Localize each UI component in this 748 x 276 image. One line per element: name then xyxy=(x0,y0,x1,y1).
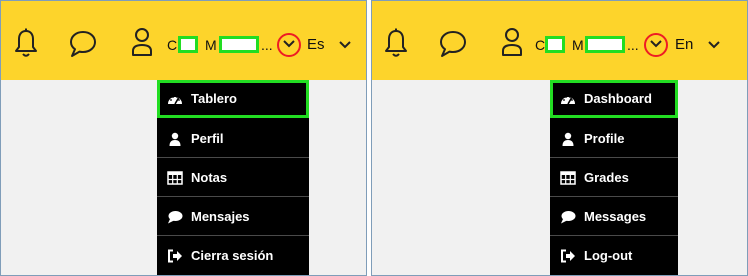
redacted-name-block xyxy=(545,36,565,53)
user-name-initial-first: C xyxy=(167,37,178,53)
menu-item-label: Dashboard xyxy=(584,91,652,106)
user-name-ellipsis: ... xyxy=(627,37,639,53)
table-grid-icon xyxy=(560,171,576,185)
user-name-initial-last: M xyxy=(572,37,584,53)
user-dropdown-menu: Tablero Perfil Notas Mensajes Cierra ses… xyxy=(157,80,309,275)
user-menu-dropdown-toggle[interactable] xyxy=(644,33,668,57)
speech-bubble-icon xyxy=(561,211,576,224)
redacted-name-block xyxy=(219,36,259,53)
menu-item-profile[interactable]: Profile xyxy=(550,120,678,158)
menu-item-messages[interactable]: Messages xyxy=(550,198,678,236)
sign-out-icon xyxy=(168,249,182,263)
menu-item-log-out[interactable]: Log-out xyxy=(550,237,678,275)
notification-bell-icon[interactable] xyxy=(384,28,408,58)
user-dropdown-menu: Dashboard Profile Grades Messages Log-ou… xyxy=(550,80,678,275)
menu-item-tablero[interactable]: Tablero xyxy=(157,80,309,118)
menu-item-notas[interactable]: Notas xyxy=(157,159,309,197)
menu-item-label: Log-out xyxy=(584,248,633,263)
menu-item-label: Notas xyxy=(191,170,228,185)
menu-item-label: Messages xyxy=(584,209,647,224)
menu-item-label: Tablero xyxy=(191,91,237,106)
top-navigation-bar: C M ... En xyxy=(372,1,747,80)
screenshot-panel-spanish: C M ... Es Tablero Perfil Notas Mensajes… xyxy=(0,0,367,276)
user-name-display[interactable]: C M ... xyxy=(535,35,643,55)
language-chevron-down-icon[interactable] xyxy=(708,41,720,49)
user-name-initial-last: M xyxy=(205,37,217,53)
chevron-down-icon xyxy=(650,40,662,48)
chevron-down-icon xyxy=(283,40,295,48)
messages-chat-icon[interactable] xyxy=(438,30,468,58)
screenshot-panel-english: C M ... En Dashboard Profile Grades Mess… xyxy=(371,0,748,276)
user-icon xyxy=(169,132,181,146)
user-icon xyxy=(562,132,574,146)
language-chevron-down-icon[interactable] xyxy=(339,41,351,49)
sign-out-icon xyxy=(561,249,575,263)
user-menu-dropdown-toggle[interactable] xyxy=(277,33,301,57)
dashboard-gauge-icon xyxy=(561,96,575,105)
speech-bubble-icon xyxy=(168,211,183,224)
notification-bell-icon[interactable] xyxy=(14,28,38,58)
user-name-display[interactable]: C M ... xyxy=(167,35,279,55)
menu-item-dashboard[interactable]: Dashboard xyxy=(550,80,678,118)
menu-item-grades[interactable]: Grades xyxy=(550,159,678,197)
user-account-icon[interactable] xyxy=(501,27,523,57)
language-selector-label[interactable]: Es xyxy=(307,35,325,55)
user-name-ellipsis: ... xyxy=(261,37,273,53)
table-grid-icon xyxy=(167,171,183,185)
menu-item-label: Mensajes xyxy=(191,209,250,224)
messages-chat-icon[interactable] xyxy=(68,30,98,58)
menu-item-label: Grades xyxy=(584,170,629,185)
menu-item-label: Cierra sesión xyxy=(191,248,274,263)
menu-item-perfil[interactable]: Perfil xyxy=(157,120,309,158)
dashboard-gauge-icon xyxy=(168,96,182,105)
menu-item-label: Perfil xyxy=(191,131,224,146)
menu-item-cierra-sesion[interactable]: Cierra sesión xyxy=(157,237,309,275)
top-navigation-bar: C M ... Es xyxy=(1,1,366,80)
redacted-name-block xyxy=(178,36,198,53)
menu-item-label: Profile xyxy=(584,131,625,146)
user-name-initial-first: C xyxy=(535,37,546,53)
redacted-name-block xyxy=(585,36,625,53)
language-selector-label[interactable]: En xyxy=(675,35,693,55)
menu-item-mensajes[interactable]: Mensajes xyxy=(157,198,309,236)
user-account-icon[interactable] xyxy=(131,27,153,57)
